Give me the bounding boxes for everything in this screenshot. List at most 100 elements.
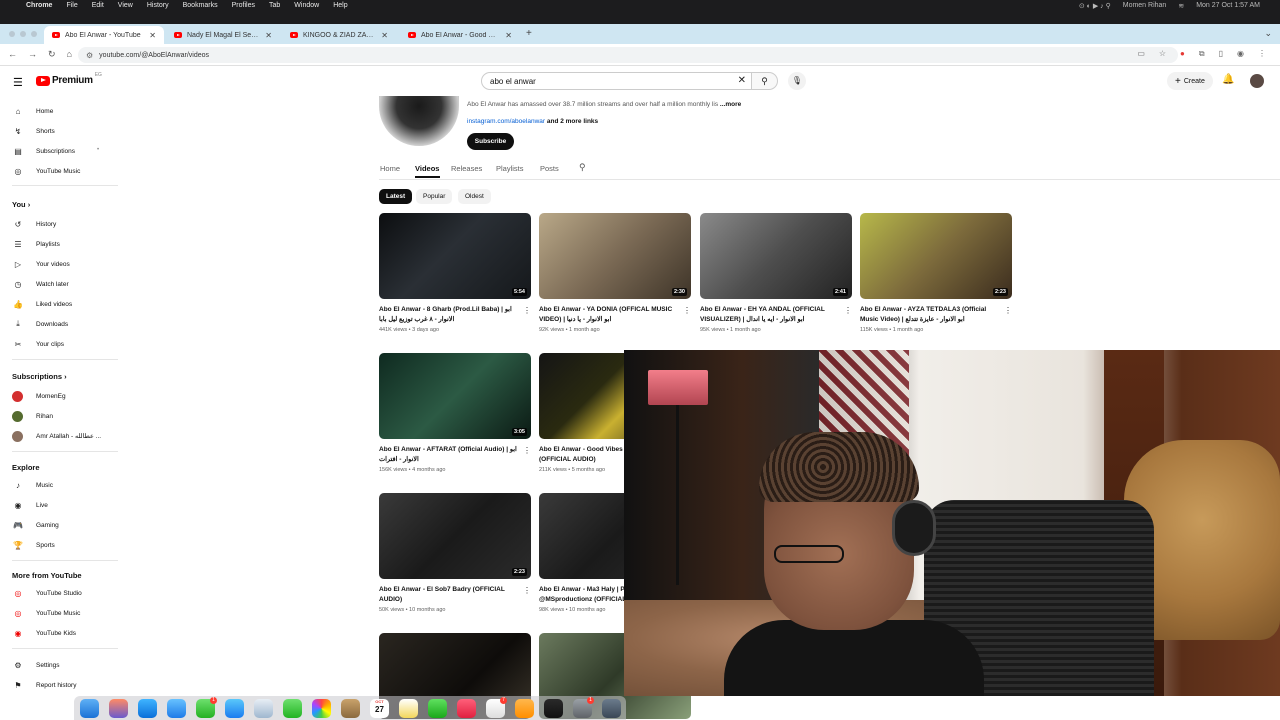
safari-icon[interactable] [138,699,157,718]
sidebar-item-downloads[interactable]: ⤓ Downloads [12,316,68,332]
video-title[interactable]: Abo El Anwar - El Sob7 Badry (OFFICIAL A… [379,585,519,605]
mail-icon[interactable] [167,699,186,718]
subscribe-button[interactable]: Subscribe [467,133,514,150]
app-store-icon[interactable] [225,699,244,718]
more-actions-icon[interactable]: ⋮ [523,586,531,595]
sidebar-item-sports[interactable]: 🏆 Sports [12,537,55,553]
reminders-icon[interactable]: 7 [486,697,507,718]
video-thumbnail[interactable]: 2:23 [860,213,1012,299]
site-info-icon[interactable]: ⚙ [86,51,93,60]
menu-tab[interactable]: Tab [269,2,280,9]
extension-record-icon[interactable]: ● [1180,49,1185,59]
close-tab-icon[interactable]: ✕ [265,31,272,40]
chip-popular[interactable]: Popular [416,189,453,204]
home-browser-icon[interactable]: ⌂ [67,49,72,60]
voice-search-icon[interactable]: 🎙 [788,72,806,90]
more-actions-icon[interactable]: ⋮ [1004,306,1012,315]
chatgpt-icon[interactable] [602,699,621,718]
music-app-icon[interactable] [457,699,476,718]
video-thumbnail[interactable]: 5:54 [379,213,531,299]
sidebar-item-home[interactable]: ⌂ Home [12,103,54,119]
search-button[interactable]: ⚲ [752,72,778,90]
instagram-link[interactable]: instagram.com/aboelanwar [467,118,545,125]
sidebar-item-report-history[interactable]: ⚑ Report history [12,677,76,693]
whatsapp-icon[interactable] [428,699,447,718]
more-actions-icon[interactable]: ⋮ [523,306,531,315]
video-title[interactable]: Abo El Anwar - AFTARAT (Official Audio) … [379,445,519,465]
tab-search-icon[interactable]: ⌄ [1264,28,1272,39]
menu-profiles[interactable]: Profiles [232,2,255,9]
forward-icon[interactable]: → [28,49,37,60]
channel-search-icon[interactable]: ⚲ [579,162,586,173]
sidebar-item-youtube-music[interactable]: ◎ YouTube Music [12,163,81,179]
close-tab-icon[interactable]: ✕ [149,31,156,40]
sidebar-you-heading[interactable]: You › [12,200,30,209]
tab-3[interactable]: KINGOO & ZIAD ZAZA - YALA ✕ [282,26,396,44]
sidebar-item-liked-videos[interactable]: 👍 Liked videos [12,296,72,312]
contacts-icon[interactable] [341,699,360,718]
reload-icon[interactable]: ↻ [48,49,56,60]
sidebar-item-your-clips[interactable]: ✂ Your clips [12,336,64,352]
tab-playlists[interactable]: Playlists [496,164,524,173]
launchpad-icon[interactable] [109,699,128,718]
sidebar-item-playlists[interactable]: ☰ Playlists [12,236,59,252]
more-actions-icon[interactable]: ⋮ [683,306,691,315]
cast-icon[interactable]: ▭ [1137,49,1145,59]
activity-monitor-icon[interactable] [544,699,563,718]
menu-edit[interactable]: Edit [92,2,104,9]
tab-posts[interactable]: Posts [540,164,559,173]
sidebar-item-youtube-kids[interactable]: ◉ YouTube Kids [12,625,77,641]
tab-4[interactable]: Abo El Anwar - Good Vibes | ✕ [400,26,520,44]
messages-icon[interactable] [283,699,302,718]
clear-search-icon[interactable]: ✕ [738,75,746,86]
more-link[interactable]: ...more [720,101,741,108]
sidebar-item-gaming[interactable]: 🎮 Gaming [12,517,59,533]
menu-file[interactable]: File [66,2,77,9]
menu-history[interactable]: History [147,2,169,9]
video-title[interactable]: Abo El Anwar - YA DONIA (OFFICAL MUSIC V… [539,305,679,325]
chrome-menu-icon[interactable]: ⋮ [1258,49,1266,59]
close-tab-icon[interactable]: ✕ [381,31,388,40]
more-actions-icon[interactable]: ⋮ [844,306,852,315]
video-title[interactable]: Abo El Anwar - 8 Gharb (Prod.Lil Baba) |… [379,305,519,325]
sidebar-item-watch-later[interactable]: ◷ Watch later [12,276,69,292]
menu-window[interactable]: Window [294,2,319,9]
tab-1[interactable]: Abo El Anwar - YouTube ✕ [44,26,164,44]
close-tab-icon[interactable]: ✕ [505,31,512,40]
back-icon[interactable]: ← [8,49,17,60]
sidepanel-icon[interactable]: ▯ [1219,49,1223,59]
video-thumbnail[interactable]: 2:23 [379,493,531,579]
account-avatar[interactable] [1250,74,1264,88]
sidebar-item-shorts[interactable]: ↯ Shorts [12,123,55,139]
menubar-clock[interactable]: Mon 27 Oct 1:57 AM [1196,2,1260,9]
bookmark-star-icon[interactable]: ☆ [1159,49,1166,59]
sidebar-item-youtube-studio[interactable]: ◎ YouTube Studio [12,585,82,601]
sidebar-item-history[interactable]: ↺ History [12,216,57,232]
calendar-icon[interactable]: OCT 27 [370,699,389,718]
youtube-logo[interactable]: Premium EG [36,72,102,86]
menu-bookmarks[interactable]: Bookmarks [183,2,218,9]
sidebar-sub-rihan[interactable]: Rihan [12,408,53,424]
sidebar-subscriptions-heading[interactable]: Subscriptions › [12,372,67,381]
video-title[interactable]: Abo El Anwar - EH YA ANDAL (OFFICIAL VIS… [700,305,840,325]
facetime-icon[interactable]: 1 [196,697,217,718]
window-controls[interactable] [9,31,42,37]
sidebar-item-music[interactable]: ♪ Music [12,477,53,493]
tab-releases[interactable]: Releases [451,164,482,173]
menu-help[interactable]: Help [333,2,347,9]
sidebar-item-live[interactable]: ◉ Live [12,497,48,513]
more-actions-icon[interactable]: ⋮ [523,446,531,455]
menubar-user[interactable]: Momen Rihan [1123,2,1167,9]
sidebar-item-settings[interactable]: ⚙ Settings [12,657,59,673]
video-thumbnail[interactable]: 2:30 [539,213,691,299]
menu-view[interactable]: View [118,2,133,9]
tab-videos[interactable]: Videos [415,164,439,173]
photos-icon[interactable] [312,699,331,718]
video-thumbnail[interactable]: 2:41 [700,213,852,299]
notifications-bell-icon[interactable]: 🔔 [1222,74,1234,85]
extensions-icon[interactable]: ⧉ [1199,49,1205,59]
sidebar-sub-momeneg[interactable]: MomenEg [12,388,66,404]
system-settings-icon[interactable]: 1 [573,697,594,718]
menu-hamburger-icon[interactable]: ☰ [13,76,23,89]
sidebar-sub-amr-atallah[interactable]: Amr Atallah - عطالله ... [12,428,101,444]
